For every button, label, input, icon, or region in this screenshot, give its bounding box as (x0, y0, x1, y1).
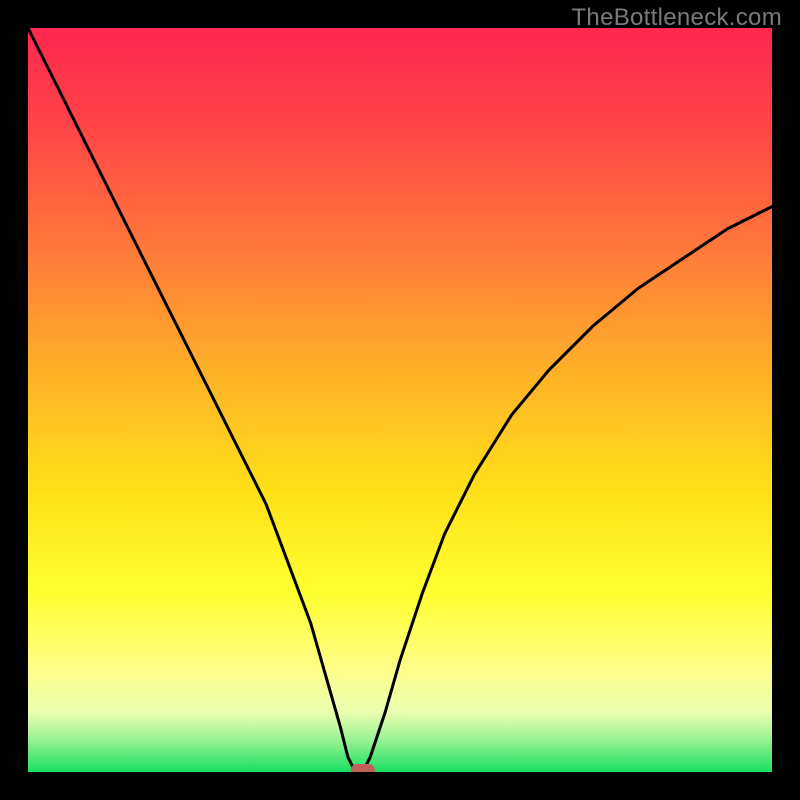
optimal-point-marker (351, 764, 375, 772)
chart-frame: TheBottleneck.com (0, 0, 800, 800)
bottleneck-plot (28, 28, 772, 772)
